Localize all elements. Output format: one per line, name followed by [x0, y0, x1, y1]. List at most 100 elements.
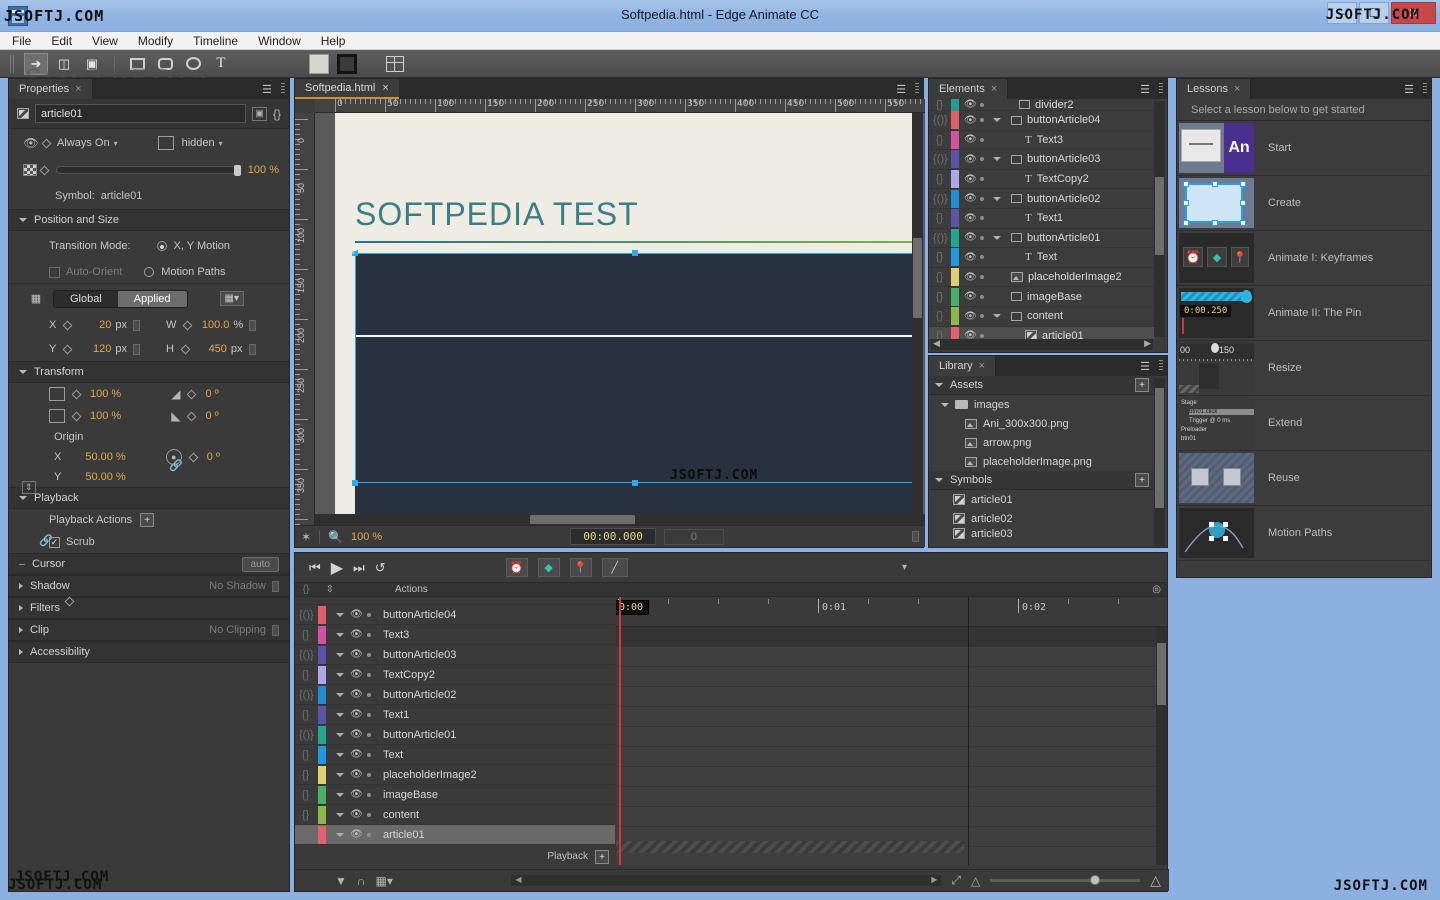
lessons-list[interactable]: An Start Create ⏰ ◆ 📍 Animate I: Keyframes 0:00… — [1177, 121, 1431, 561]
timeline-track-row[interactable] — [616, 807, 1167, 827]
center-stage-icon[interactable]: ✶ — [301, 530, 311, 544]
element-actions-icon[interactable]: {} — [933, 291, 946, 303]
chevron-down-icon[interactable] — [993, 196, 1001, 201]
position-size-section-header[interactable]: Position and Size — [9, 209, 289, 231]
eye-icon[interactable]: 👁 — [350, 709, 363, 720]
tab-elements-close-icon[interactable]: × — [991, 83, 997, 95]
layer-lock-dot-icon[interactable] — [367, 752, 371, 757]
accessibility-section-header[interactable]: Accessibility — [9, 641, 289, 663]
timeline-zoom-slider[interactable] — [990, 875, 1141, 885]
chevron-down-icon[interactable] — [336, 732, 344, 737]
tab-library-close-icon[interactable]: × — [979, 360, 985, 372]
menu-file[interactable]: File — [12, 34, 31, 48]
element-actions-icon[interactable]: {} — [933, 310, 946, 322]
element-actions-icon[interactable]: {} — [933, 134, 946, 146]
element-row[interactable]: {} 👁 T Text1 — [929, 209, 1155, 229]
display-keyframe-icon[interactable] — [41, 138, 52, 148]
timeline-track-row[interactable] — [616, 627, 1167, 647]
library-item-image[interactable]: Ani_300x300.png — [929, 414, 1155, 433]
collapse-all-icon[interactable]: ⇳ — [317, 584, 343, 595]
elements-horizontal-scrollbar[interactable]: ◀ ▶ — [931, 338, 1153, 350]
element-lock-dot-icon[interactable] — [980, 235, 984, 240]
clip-disclosure-icon[interactable] — [19, 627, 23, 633]
properties-panel-menu-icon[interactable]: ☰ — [262, 83, 272, 96]
eye-icon[interactable]: 👁 — [964, 115, 977, 126]
chevron-down-icon[interactable] — [993, 314, 1001, 319]
element-actions-icon[interactable]: {()} — [933, 232, 948, 244]
timeline-track-row[interactable] — [616, 707, 1167, 727]
add-playback-action-button[interactable]: + — [140, 513, 155, 527]
layer-actions-icon[interactable]: {()} — [299, 689, 314, 701]
timeline-track-row[interactable] — [616, 667, 1167, 687]
stage-zoom-value[interactable]: 100 % — [351, 531, 382, 543]
lessons-panel-menu-icon[interactable]: ☰ — [1404, 83, 1414, 96]
layer-lock-dot-icon[interactable] — [367, 612, 371, 617]
symbols-disclosure-icon[interactable] — [935, 478, 943, 482]
timeline-layer-row[interactable]: {} 👁 Text1 — [295, 705, 615, 725]
text-tool-icon[interactable]: T — [209, 53, 233, 75]
tab-lessons[interactable]: Lessons × — [1177, 79, 1252, 99]
w-unit-stepper[interactable] — [249, 319, 257, 331]
rectangle-tool-icon[interactable] — [125, 53, 149, 75]
clipping-tool-icon[interactable]: ▣ — [80, 53, 104, 75]
add-timeline-action-button[interactable]: + — [595, 850, 609, 864]
element-lock-dot-icon[interactable] — [980, 118, 984, 123]
timeline-layer-row[interactable]: {} 👁 content — [295, 805, 615, 825]
elements-panel-grip-icon[interactable] — [1159, 83, 1163, 95]
element-row[interactable]: {} 👁 imageBase — [929, 287, 1155, 307]
eye-icon[interactable]: 👁 — [350, 649, 363, 660]
origin-y-value[interactable]: 50.00 % — [85, 471, 125, 483]
stage-canvas[interactable]: SOFTPEDIA TEST + JSOFTJ.COM — [315, 113, 925, 527]
timeline-track-row[interactable] — [616, 787, 1167, 807]
eye-icon[interactable]: 👁 — [350, 729, 363, 740]
timeline-layer-row[interactable]: {} 👁 article01 — [295, 825, 615, 845]
timeline-track-area[interactable]: 0:000:010:02 0:00 — [616, 597, 1167, 865]
library-images-folder[interactable]: images — [929, 395, 1155, 414]
stage-timecode[interactable]: 00:00.000 — [570, 528, 656, 545]
chevron-down-icon[interactable] — [336, 712, 344, 717]
element-row[interactable]: {} 👁 T TextCopy2 — [929, 170, 1155, 190]
chevron-down-icon[interactable] — [336, 812, 344, 817]
eye-icon[interactable]: 👁 — [964, 291, 977, 302]
h-unit-stepper[interactable] — [248, 343, 256, 355]
play-icon[interactable]: ▶ — [331, 558, 343, 578]
element-actions-icon[interactable]: {} — [933, 212, 946, 224]
library-panel-menu-icon[interactable]: ☰ — [1140, 360, 1150, 373]
rotate-keyframe-icon[interactable] — [188, 452, 199, 462]
rounded-rect-tool-icon[interactable] — [153, 53, 177, 75]
timeline-track-row[interactable] — [616, 687, 1167, 707]
opacity-value[interactable]: 100 % — [248, 164, 279, 176]
layer-lock-dot-icon[interactable] — [367, 732, 371, 737]
menu-window[interactable]: Window — [258, 34, 301, 48]
timeline-layer-row[interactable]: {} 👁 TextCopy2 — [295, 665, 615, 685]
playback-section-header[interactable]: Playback — [9, 487, 289, 509]
shadow-stepper[interactable] — [272, 580, 279, 592]
timeline-collapse-icon[interactable]: ▾ — [902, 562, 907, 573]
add-asset-button[interactable]: + — [1135, 378, 1149, 392]
zoom-in-icon[interactable]: △ — [1150, 872, 1161, 889]
timeline-layer-row[interactable]: {} 👁 Text3 — [295, 625, 615, 645]
display-mode-value[interactable]: Always On — [57, 137, 110, 149]
timeline-layer-row[interactable]: {} 👁 imageBase — [295, 785, 615, 805]
library-item-image[interactable]: placeholderImage.png — [929, 452, 1155, 471]
filters-disclosure-icon[interactable] — [19, 605, 23, 611]
chevron-down-icon[interactable] — [336, 792, 344, 797]
chevron-down-icon[interactable] — [993, 157, 1001, 162]
stage-resize-grip-icon[interactable] — [912, 531, 920, 542]
layer-actions-icon[interactable]: {} — [299, 789, 312, 801]
add-keyframe-icon[interactable]: ◎ — [1152, 584, 1161, 595]
lesson-item[interactable]: 0:00.250 Animate II: The Pin — [1177, 286, 1431, 341]
layer-actions-icon[interactable]: {} — [299, 669, 312, 681]
toolbar-grip-icon[interactable] — [10, 54, 16, 73]
element-lock-dot-icon[interactable] — [980, 275, 984, 280]
h-value[interactable]: 450 — [197, 343, 227, 355]
position-size-disclosure-icon[interactable] — [19, 218, 27, 222]
skew-y-value[interactable]: 0 º — [205, 410, 218, 422]
go-to-start-icon[interactable]: ⏮ — [309, 560, 321, 576]
zoom-magnifier-icon[interactable]: 🔍 — [328, 530, 343, 544]
wh-link-icon[interactable]: 🔗 — [169, 459, 183, 472]
layer-lock-dot-icon[interactable] — [367, 792, 371, 797]
lesson-item[interactable]: 00 150 Resize — [1177, 341, 1431, 396]
element-row[interactable]: {()} 👁 buttonArticle02 — [929, 189, 1155, 209]
layer-actions-icon[interactable]: {()} — [299, 649, 314, 661]
